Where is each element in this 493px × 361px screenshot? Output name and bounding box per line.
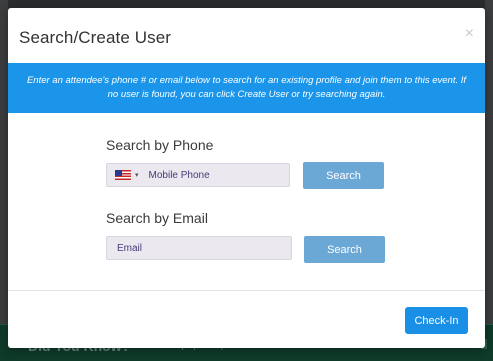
info-banner: Enter an attendee's phone # or email bel… [8, 63, 485, 113]
search-create-user-modal: Search/Create User × Enter an attendee's… [8, 8, 485, 348]
phone-search-button[interactable]: Search [303, 162, 384, 189]
background-right-edge [485, 0, 493, 361]
email-search-button[interactable]: Search [304, 236, 385, 263]
check-in-button[interactable]: Check-In [405, 307, 468, 334]
email-input-placeholder: Email [117, 242, 143, 254]
email-input[interactable]: Email [106, 236, 292, 260]
phone-input[interactable]: ▾ Mobile Phone [106, 163, 290, 187]
country-dropdown-caret-icon[interactable]: ▾ [135, 171, 139, 179]
search-by-email-label: Search by Email [106, 210, 208, 226]
background-header-strip [0, 0, 493, 8]
modal-footer-divider [8, 290, 485, 291]
modal-title: Search/Create User [19, 28, 172, 47]
close-icon[interactable]: × [465, 26, 474, 42]
background-left-edge [0, 0, 8, 361]
us-flag-icon[interactable] [115, 170, 131, 180]
phone-input-placeholder: Mobile Phone [148, 169, 210, 181]
search-by-phone-label: Search by Phone [106, 137, 214, 153]
info-banner-text: Enter an attendee's phone # or email bel… [26, 75, 467, 100]
modal-header: Search/Create User × [8, 8, 485, 66]
